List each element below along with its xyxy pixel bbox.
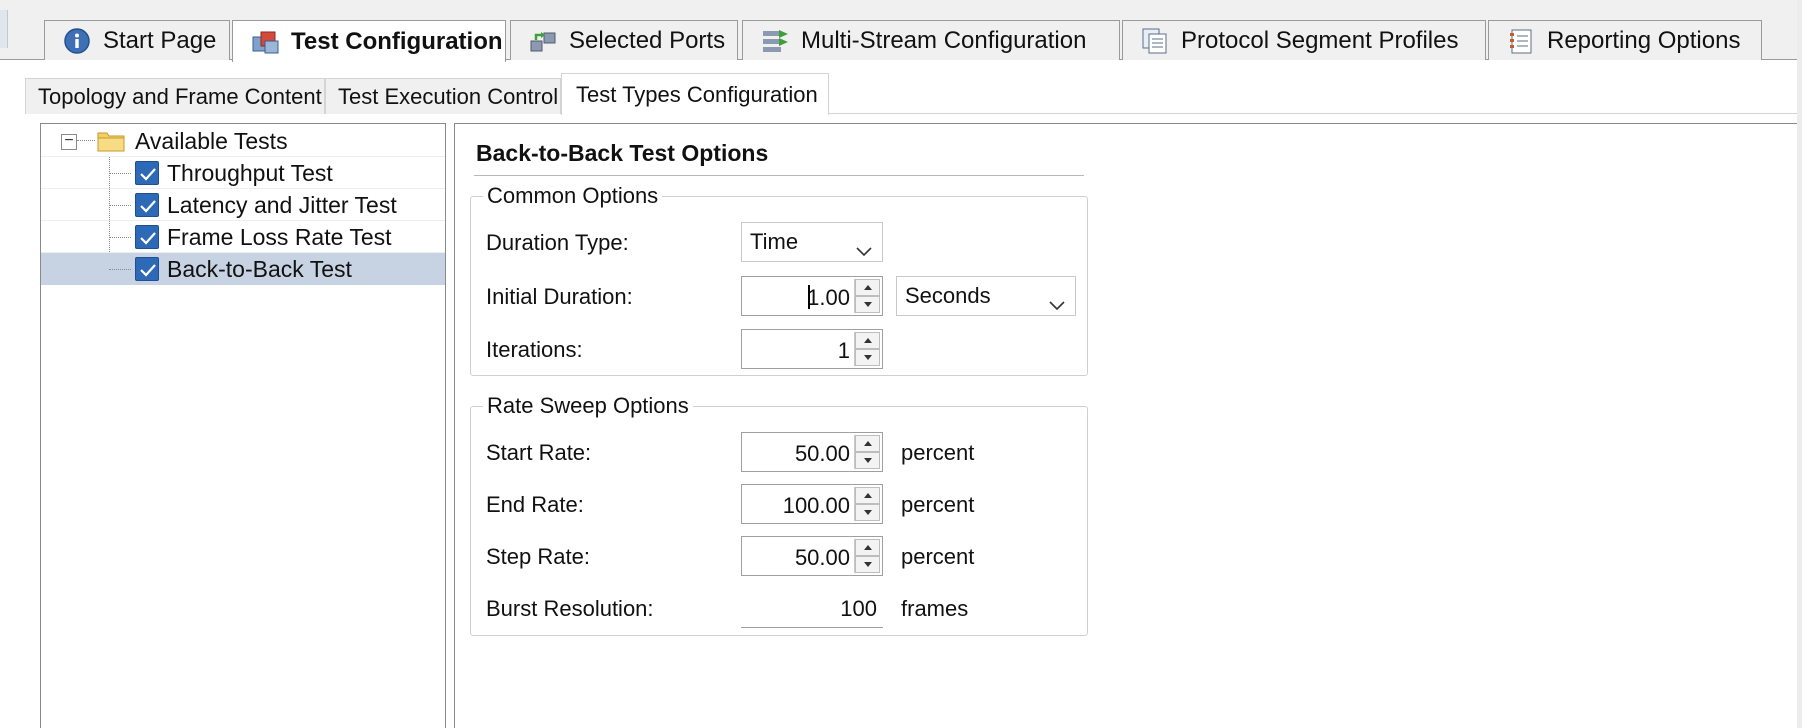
protocol-profiles-icon <box>1141 27 1169 55</box>
test-tree-panel: − Available Tests Throughput Test Latenc… <box>40 123 446 728</box>
spin-buttons <box>854 539 880 573</box>
tree-connector <box>109 205 131 206</box>
burst-resolution-unit: frames <box>901 596 969 621</box>
spin-up-icon[interactable] <box>855 539 880 556</box>
chevron-down-icon <box>1049 291 1065 317</box>
initial-duration-spinbox[interactable]: 1.00 <box>741 276 883 316</box>
duration-unit-select[interactable]: Seconds <box>896 276 1076 316</box>
tree-root-available-tests[interactable]: − Available Tests <box>41 125 445 157</box>
spin-up-icon[interactable] <box>855 435 880 452</box>
tab-reporting-options[interactable]: Reporting Options <box>1488 20 1762 60</box>
spin-buttons <box>854 435 880 469</box>
step-rate-unit: percent <box>901 544 975 569</box>
spin-buttons <box>854 279 880 313</box>
spin-up-icon[interactable] <box>855 487 880 504</box>
spin-down-icon[interactable] <box>855 452 880 469</box>
start-rate-label: Start Rate: <box>486 440 592 465</box>
window-edge <box>0 10 8 48</box>
tab-topology-and-frame-content[interactable]: Topology and Frame Content <box>25 78 325 114</box>
tab-test-execution-control[interactable]: Test Execution Control <box>325 78 561 114</box>
start-rate-value: 50.00 <box>794 441 850 466</box>
tab-label: Test Configuration <box>291 27 503 55</box>
checkbox-checked-icon[interactable] <box>135 161 159 185</box>
tree-item-throughput-test[interactable]: Throughput Test <box>41 157 445 189</box>
tab-label: Test Types Configuration <box>576 81 818 107</box>
tree-item-label: Throughput Test <box>167 160 333 186</box>
chevron-down-icon <box>856 237 872 263</box>
iterations-label: Iterations: <box>486 337 583 362</box>
group-legend: Common Options <box>483 183 663 209</box>
spin-buttons <box>854 332 880 366</box>
tab-protocol-segment-profiles[interactable]: Protocol Segment Profiles <box>1122 20 1486 60</box>
spin-buttons <box>854 487 880 521</box>
initial-duration-value: 1.00 <box>807 285 850 310</box>
tab-multi-stream-configuration[interactable]: Multi-Stream Configuration <box>742 20 1120 60</box>
step-rate-spinbox[interactable]: 50.00 <box>741 536 883 576</box>
folder-icon <box>97 130 125 152</box>
collapse-icon[interactable]: − <box>61 133 77 150</box>
report-icon <box>1507 27 1535 55</box>
initial-duration-label: Initial Duration: <box>486 284 633 309</box>
checkbox-checked-icon[interactable] <box>135 225 159 249</box>
tree-item-label: Latency and Jitter Test <box>167 192 397 218</box>
tree-connector <box>109 237 131 238</box>
text-caret <box>808 285 810 309</box>
step-rate-value: 50.00 <box>794 545 850 570</box>
spin-up-icon[interactable] <box>855 279 880 296</box>
tree-root-label: Available Tests <box>135 128 288 154</box>
tab-label: Topology and Frame Content <box>38 83 322 109</box>
duration-type-label: Duration Type: <box>486 230 629 255</box>
tree-connector <box>109 269 131 270</box>
tab-start-page[interactable]: Start Page <box>44 20 230 60</box>
title-divider <box>474 175 1084 176</box>
end-rate-label: End Rate: <box>486 492 584 517</box>
ports-icon <box>529 27 557 55</box>
tab-label: Selected Ports <box>569 26 726 54</box>
tree-item-latency-and-jitter-test[interactable]: Latency and Jitter Test <box>41 189 445 221</box>
tree-item-back-to-back-test[interactable]: Back-to-Back Test <box>41 253 445 285</box>
tree-connector <box>109 173 131 174</box>
checkbox-checked-icon[interactable] <box>135 193 159 217</box>
tab-label: Multi-Stream Configuration <box>801 26 1087 54</box>
spin-down-icon[interactable] <box>855 296 880 313</box>
end-rate-unit: percent <box>901 492 975 517</box>
tree-item-frame-loss-rate-test[interactable]: Frame Loss Rate Test <box>41 221 445 253</box>
burst-resolution-label: Burst Resolution: <box>486 596 654 621</box>
tab-label: Reporting Options <box>1547 26 1741 54</box>
end-rate-spinbox[interactable]: 100.00 <box>741 484 883 524</box>
duration-type-value: Time <box>750 229 799 254</box>
spin-down-icon[interactable] <box>855 349 880 366</box>
group-legend: Rate Sweep Options <box>483 393 693 419</box>
multi-stream-icon <box>761 27 789 55</box>
burst-resolution-field[interactable]: 100 <box>741 588 883 628</box>
iterations-spinbox[interactable]: 1 <box>741 329 883 369</box>
tree-item-label: Frame Loss Rate Test <box>167 224 392 250</box>
tab-label: Test Execution Control <box>338 83 559 109</box>
end-rate-value: 100.00 <box>782 493 850 518</box>
tree-item-label: Back-to-Back Test <box>167 256 352 282</box>
burst-resolution-value: 100 <box>840 596 877 621</box>
checkbox-checked-icon[interactable] <box>135 257 159 281</box>
iterations-value: 1 <box>837 338 850 363</box>
start-rate-unit: percent <box>901 440 975 465</box>
info-icon <box>63 27 91 55</box>
tab-label: Start Page <box>103 26 217 54</box>
step-rate-label: Step Rate: <box>486 544 590 569</box>
duration-type-select[interactable]: Time <box>741 222 883 262</box>
tab-test-configuration[interactable]: Test Configuration <box>232 20 506 62</box>
spin-down-icon[interactable] <box>855 504 880 521</box>
tab-selected-ports[interactable]: Selected Ports <box>510 20 738 60</box>
test-config-icon <box>251 28 279 56</box>
window-right-edge <box>1797 0 1802 728</box>
start-rate-spinbox[interactable]: 50.00 <box>741 432 883 472</box>
duration-unit-value: Seconds <box>905 283 991 308</box>
tab-test-types-configuration[interactable]: Test Types Configuration <box>561 73 829 115</box>
page-title: Back-to-Back Test Options <box>476 140 769 166</box>
spin-down-icon[interactable] <box>855 556 880 573</box>
spin-up-icon[interactable] <box>855 332 880 349</box>
tab-label: Protocol Segment Profiles <box>1181 26 1459 54</box>
